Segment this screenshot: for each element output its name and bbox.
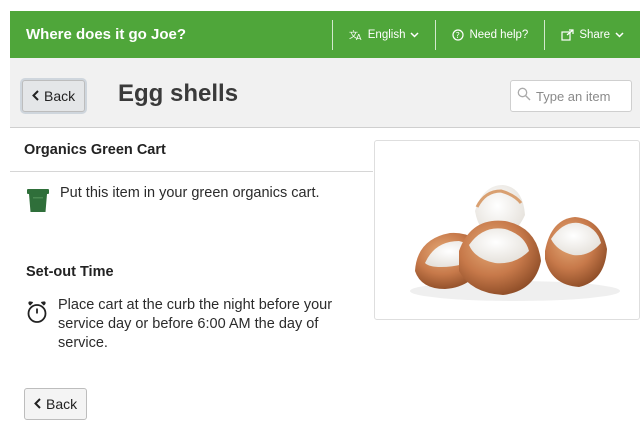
top-bar: Where does it go Joe? 文 A English ? Need… (10, 11, 640, 58)
help-link[interactable]: ? Need help? (435, 19, 544, 50)
back-label: Back (44, 88, 76, 104)
back-button-bottom[interactable]: Back (24, 388, 88, 420)
chevron-down-icon (615, 31, 624, 38)
help-label: Need help? (469, 28, 529, 41)
disposal-instruction: Put this item in your green organics car… (60, 185, 320, 201)
svg-text:A: A (356, 33, 362, 41)
share-label: Share (579, 28, 610, 41)
search-icon (517, 87, 531, 106)
disposal-section: Organics Green Cart (10, 128, 373, 172)
set-out-instruction: Place cart at the curb the night before … (58, 297, 333, 351)
item-image (374, 140, 640, 320)
top-nav: 文 A English ? Need help? Share (331, 11, 640, 58)
app-title[interactable]: Where does it go Joe? (10, 26, 332, 43)
set-out-heading: Set-out Time (26, 264, 114, 280)
stopwatch-icon (26, 300, 48, 353)
search-input[interactable] (536, 88, 631, 104)
language-selector[interactable]: 文 A English (331, 19, 436, 50)
search-box[interactable] (510, 80, 632, 112)
share-icon (561, 28, 574, 41)
share-menu[interactable]: Share (544, 19, 640, 50)
translate-icon: 文 A (349, 29, 363, 41)
set-out-instruction-row: Place cart at the curb the night before … (26, 296, 356, 353)
item-header: Back Egg shells (10, 58, 640, 128)
language-label: English (367, 28, 406, 41)
back-label: Back (46, 396, 78, 412)
green-cart-icon (26, 188, 50, 220)
chevron-down-icon (410, 31, 420, 38)
disposal-instruction-row: Put this item in your green organics car… (26, 184, 346, 220)
egg-shells-illustration (410, 185, 620, 301)
chevron-left-icon (32, 88, 39, 104)
chevron-left-icon (34, 396, 41, 412)
help-icon: ? (452, 28, 465, 41)
page-title: Egg shells (118, 80, 239, 107)
disposal-category: Organics Green Cart (24, 142, 166, 158)
svg-text:?: ? (456, 31, 460, 40)
back-button[interactable]: Back (22, 80, 86, 112)
